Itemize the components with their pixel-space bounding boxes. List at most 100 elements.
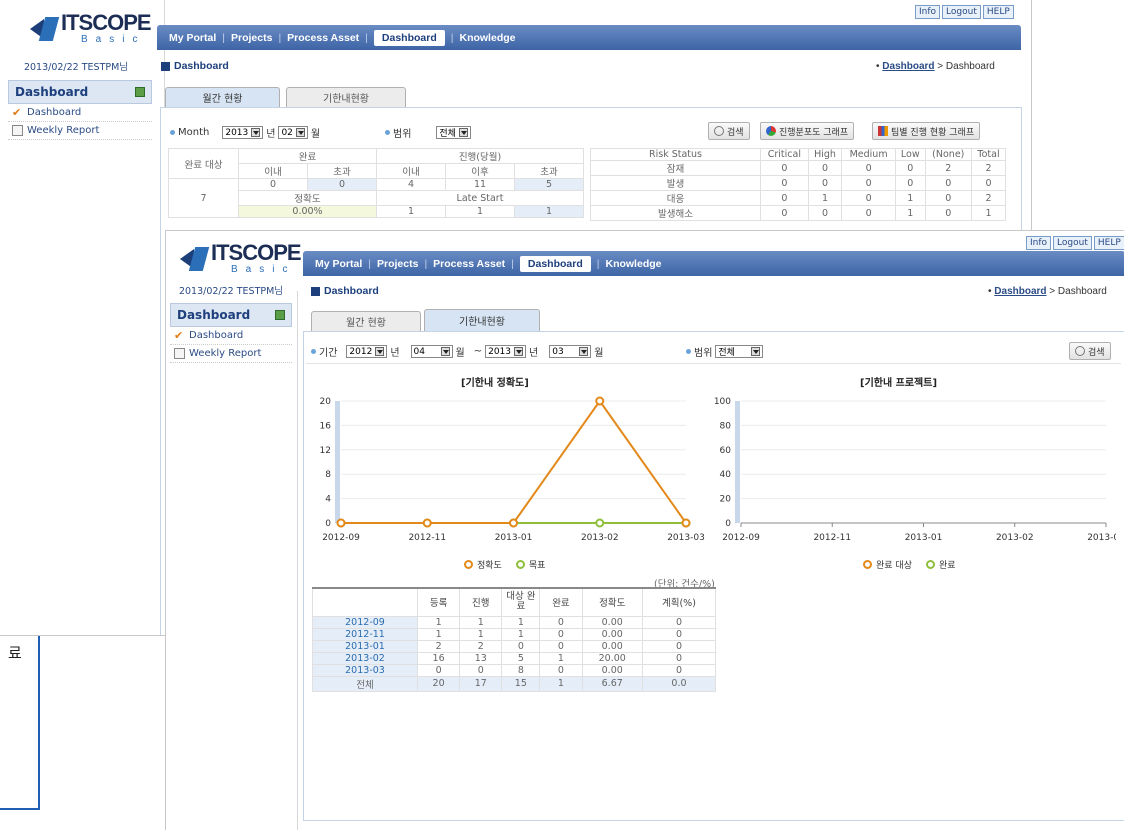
- sidebar-item-dashboard[interactable]: ✔ Dashboard: [170, 327, 292, 345]
- logout-button[interactable]: Logout: [1053, 236, 1092, 250]
- search-button[interactable]: 검색: [1069, 342, 1111, 360]
- from-year-select[interactable]: 2012: [346, 345, 388, 358]
- legend-item: 완료 대상: [863, 558, 912, 571]
- report-icon: [174, 348, 185, 359]
- tab-deadline[interactable]: 기한내현황: [286, 87, 406, 107]
- help-button[interactable]: HELP: [1093, 236, 1124, 250]
- data-point: [595, 518, 605, 528]
- to-year-select[interactable]: 2013: [485, 345, 527, 358]
- sidebar-item-weekly-report[interactable]: Weekly Report: [8, 122, 152, 140]
- filter-scope: 범위 전체: [385, 125, 471, 140]
- nav-knowledge[interactable]: Knowledge: [605, 258, 661, 270]
- bullet-icon: [170, 130, 175, 135]
- nav-projects[interactable]: Projects: [377, 258, 418, 270]
- logo-icon: [30, 17, 58, 41]
- breadcrumb-link[interactable]: Dashboard: [994, 286, 1046, 297]
- user-date: 2013/02/22 TESTPM님: [23, 62, 129, 73]
- y-tick-label: 20: [720, 495, 732, 505]
- y-tick-label: 40: [720, 470, 732, 480]
- chevron-down-icon: [375, 347, 385, 356]
- legend-marker: [464, 560, 473, 569]
- scope-select[interactable]: 전체: [715, 345, 764, 358]
- x-tick-label: 2013-02: [581, 533, 619, 543]
- y-tick-label: 100: [714, 397, 731, 407]
- projects-chart: 0 20 40 60 80 100 2012-09 2012-11 2013-01 2013-02…: [714, 397, 1116, 543]
- legend-item: 정확도: [464, 558, 502, 571]
- sidebar-item-dashboard[interactable]: ✔ Dashboard: [8, 104, 152, 122]
- nav-process-asset[interactable]: Process Asset: [287, 32, 359, 44]
- front-logo[interactable]: ITSCOPE Basic: [180, 242, 302, 275]
- y-tick-label: 12: [320, 446, 331, 456]
- y-tick-label: 60: [720, 446, 732, 456]
- nav-process-asset[interactable]: Process Asset: [433, 258, 505, 270]
- legend-marker: [515, 560, 525, 569]
- layout-icon[interactable]: [135, 87, 145, 97]
- nav-dashboard[interactable]: Dashboard: [373, 29, 445, 46]
- tab-monthly[interactable]: 월간 현황: [311, 311, 421, 331]
- back-logo[interactable]: ITSCOPE Basic: [30, 10, 152, 45]
- user-date: 2013/02/22 TESTPM님: [178, 286, 284, 297]
- scope-select[interactable]: 전체: [436, 126, 471, 139]
- distribution-graph-button[interactable]: 진행분포도 그래프: [760, 122, 855, 140]
- nav-dashboard[interactable]: Dashboard: [519, 255, 591, 272]
- x-tick-label: 2012-11: [408, 533, 446, 543]
- tab-deadline[interactable]: 기한내현황: [424, 309, 540, 331]
- breadcrumb-link[interactable]: Dashboard: [882, 61, 934, 72]
- help-button[interactable]: HELP: [982, 5, 1014, 19]
- month-select[interactable]: 02: [278, 126, 308, 139]
- x-tick-label: 2012-09: [722, 533, 760, 543]
- from-month-select[interactable]: 04: [410, 345, 453, 358]
- search-icon: [714, 126, 724, 136]
- data-point: [422, 518, 432, 528]
- nav-knowledge[interactable]: Knowledge: [459, 32, 515, 44]
- table-row: 2012-09 1 1 1 0 0.00 0: [312, 615, 717, 629]
- search-button[interactable]: 검색: [708, 122, 750, 140]
- progress-table: 완료 대상 완료 진행(당월) 이내 초과 이내 이후 초과 7 0 0 4 11 5 정확도 Late…: [168, 148, 584, 218]
- data-point: [509, 518, 518, 528]
- table-row: 2012-11 1 1 1 0 0.00 0: [312, 627, 717, 641]
- logout-button[interactable]: Logout: [942, 5, 981, 19]
- bullet-icon: [311, 349, 316, 354]
- chevron-down-icon: [514, 347, 524, 356]
- filter-period: 기간 2012 년 04 월 ~ 2013 년 03 월: [311, 344, 603, 359]
- sidebar-item-weekly-report[interactable]: Weekly Report: [170, 345, 292, 363]
- info-button[interactable]: Info: [915, 5, 941, 19]
- breadcrumb: • Dashboard > Dashboard: [876, 61, 995, 72]
- report-icon: [12, 125, 23, 136]
- pie-chart-icon: [766, 126, 776, 136]
- year-select[interactable]: 2013: [222, 126, 264, 139]
- y-tick-label: 16: [320, 421, 332, 431]
- table-row-total: 전체 20 17 15 1 6.67 0.0: [312, 675, 717, 692]
- logo-sub: Basic: [231, 264, 296, 275]
- logo-text: ITSCOPE: [61, 10, 152, 35]
- info-button[interactable]: Info: [1026, 236, 1052, 250]
- y-tick-label: 4: [325, 495, 331, 505]
- nav-my-portal[interactable]: My Portal: [315, 258, 362, 270]
- team-graph-button[interactable]: 팀별 진행 현황 그래프: [872, 122, 981, 140]
- y-axis-bar: [335, 401, 340, 523]
- chevron-down-icon: [251, 128, 261, 137]
- title-icon: [161, 61, 170, 71]
- data-point: [595, 396, 605, 406]
- chevron-down-icon: [440, 347, 450, 356]
- layout-icon[interactable]: [275, 310, 285, 320]
- x-tick-label: 2013-01: [905, 533, 943, 543]
- bullet-icon: [686, 349, 691, 354]
- filter-scope: 범위 전체: [686, 344, 764, 359]
- breadcrumb: • Dashboard > Dashboard: [988, 286, 1107, 297]
- page-title: Dashboard: [311, 285, 379, 297]
- nav-projects[interactable]: Projects: [231, 32, 272, 44]
- to-month-select[interactable]: 03: [549, 345, 592, 358]
- sidebar-title: Dashboard: [170, 303, 292, 327]
- bullet-icon: [385, 130, 390, 135]
- nav-my-portal[interactable]: My Portal: [169, 32, 216, 44]
- table-row: 2013-03 0 0 8 0 0.00 0: [312, 663, 717, 677]
- accuracy-legend: 정확도 목표: [464, 558, 545, 571]
- table-row: 2013-02 16 13 5 1 20.00 0: [312, 651, 717, 665]
- search-icon: [1075, 346, 1085, 356]
- tab-monthly[interactable]: 월간 현황: [165, 87, 280, 107]
- x-tick-label: 2013-02: [996, 533, 1034, 543]
- y-tick-label: 0: [325, 519, 331, 529]
- logo-sub: Basic: [81, 34, 146, 45]
- x-tick-label: 2012-11: [813, 533, 851, 543]
